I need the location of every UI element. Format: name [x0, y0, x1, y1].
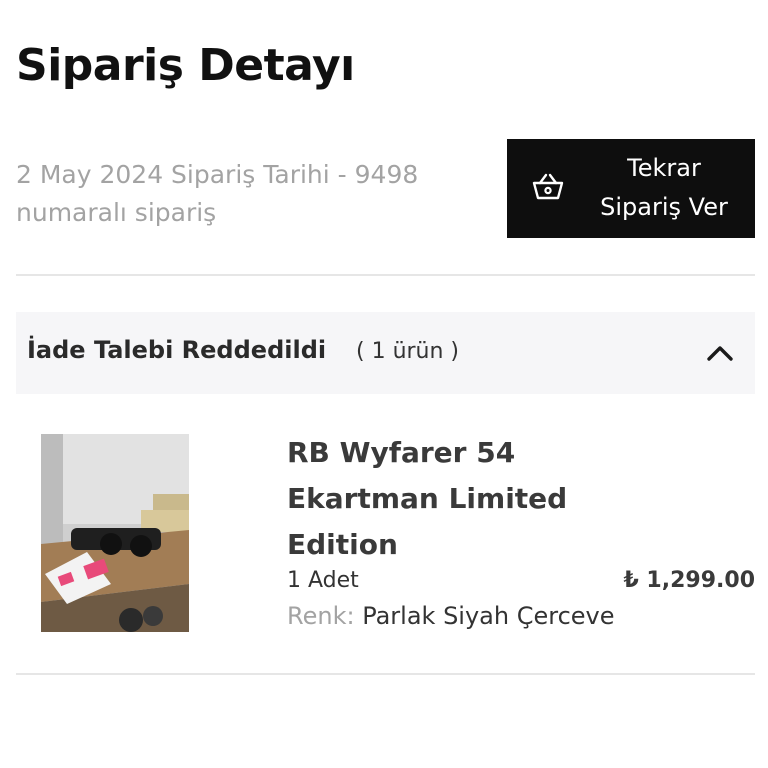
divider [16, 274, 755, 276]
color-value: Parlak Siyah Çerceve [362, 602, 615, 630]
page-title: Sipariş Detayı [16, 40, 355, 91]
item-count: ( 1 ürün ) [356, 339, 460, 364]
order-date-number: 2 May 2024 Sipariş Tarihi - 9498 [16, 160, 419, 189]
basket-icon [532, 173, 564, 200]
product-price: ₺ 1,299.00 [623, 568, 755, 593]
order-group-header[interactable]: İade Talebi Reddedildi ( 1 ürün ) [16, 312, 755, 394]
divider [16, 673, 755, 675]
reorder-button-label: Tekrar Sipariş Ver [600, 154, 728, 221]
return-status: İade Talebi Reddedildi [27, 336, 327, 364]
color-label: Renk: [287, 602, 355, 630]
order-number-suffix: numaralı sipariş [16, 198, 217, 227]
product-name[interactable]: RB Wyfarer 54 Ekartman Limited Edition [287, 430, 617, 568]
product-image[interactable] [41, 434, 189, 632]
product-color: Renk: Parlak Siyah Çerceve [287, 602, 615, 630]
order-meta: 2 May 2024 Sipariş Tarihi - 9498 numaral… [16, 156, 486, 232]
product-photo [41, 434, 189, 632]
reorder-button[interactable]: Tekrar Sipariş Ver [507, 139, 755, 238]
chevron-up-icon[interactable] [705, 340, 735, 364]
product-quantity: 1 Adet [287, 568, 359, 593]
